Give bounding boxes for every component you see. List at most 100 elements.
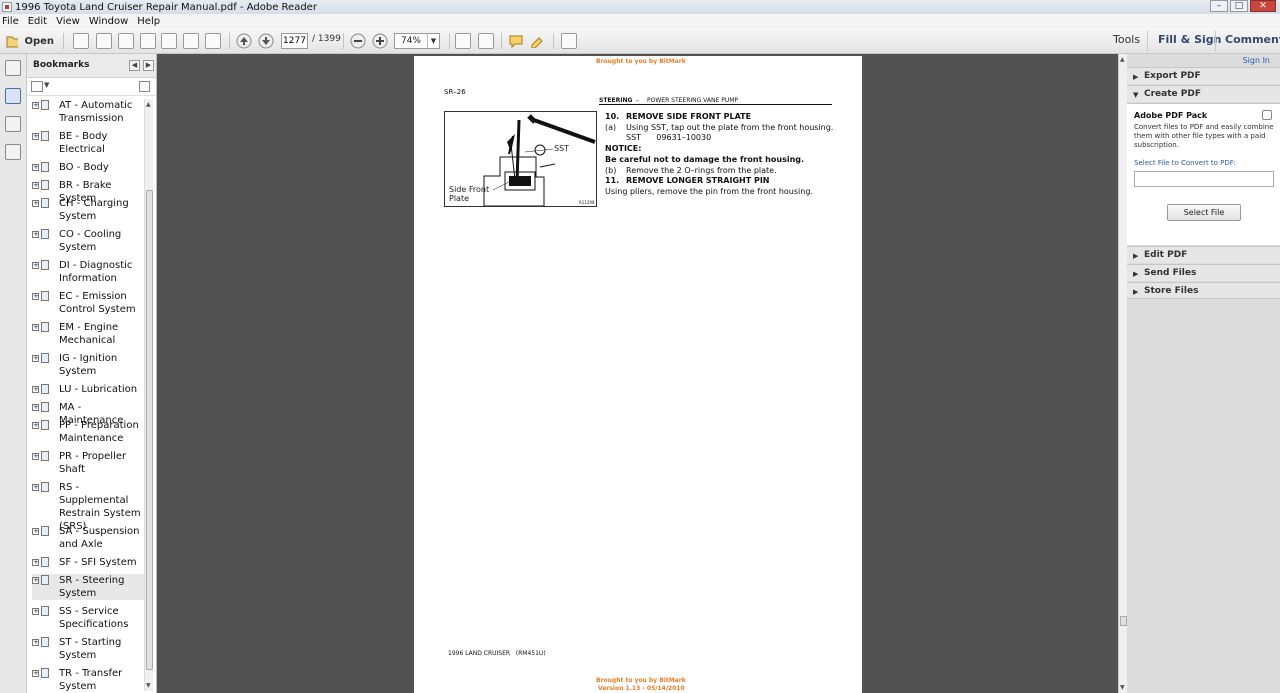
export-pdf-section[interactable]: ▶ Export PDF — [1127, 67, 1280, 84]
bookmark-item[interactable]: + PR - Propeller Shaft — [32, 450, 144, 476]
bookmark-item[interactable]: + BO - Body — [32, 161, 144, 174]
bookmark-item[interactable]: + SA - Suspension and Axle — [32, 525, 144, 551]
menu-file[interactable]: File — [2, 16, 19, 27]
expand-plus-icon[interactable]: + — [32, 231, 39, 238]
document-scrollbar[interactable]: ▲ ▼ — [1118, 54, 1127, 693]
layers-icon[interactable] — [5, 144, 21, 160]
expand-plus-icon[interactable]: + — [32, 528, 39, 535]
expand-plus-icon[interactable]: + — [32, 559, 39, 566]
bookmark-item[interactable]: + BE - Body Electrical — [32, 130, 144, 156]
expand-plus-icon[interactable]: + — [32, 293, 39, 300]
edit-pdf-section[interactable]: ▶ Edit PDF — [1127, 246, 1280, 263]
expand-plus-icon[interactable]: + — [32, 422, 39, 429]
scroll-up-icon[interactable]: ▲ — [146, 101, 151, 108]
full-screen-button[interactable] — [477, 32, 495, 50]
expand-plus-icon[interactable]: + — [32, 608, 39, 615]
bookmark-item[interactable]: + SR - Steering System — [32, 574, 144, 600]
menu-view[interactable]: View — [56, 16, 80, 27]
bookmark-item[interactable]: + PP - Preparation Maintenance — [32, 419, 144, 445]
save-button[interactable] — [160, 32, 178, 50]
bookmark-item[interactable]: + EC - Emission Control System — [32, 290, 144, 316]
minimize-button[interactable]: – — [1210, 0, 1228, 12]
cloud-button[interactable] — [139, 32, 157, 50]
bookmark-item[interactable]: + RS - Supplemental Restrain System (SRS) — [32, 481, 144, 532]
add-note-button[interactable] — [507, 32, 525, 50]
info-icon[interactable] — [1262, 110, 1272, 120]
bookmark-item[interactable]: + SF - SFI System — [32, 556, 144, 569]
scroll-thumb[interactable] — [146, 190, 153, 670]
expand-plus-icon[interactable]: + — [32, 453, 39, 460]
attachments-icon[interactable] — [5, 116, 21, 132]
expand-plus-icon[interactable]: + — [32, 355, 39, 362]
zoom-in-button[interactable] — [371, 32, 389, 50]
expand-plus-icon[interactable]: + — [32, 102, 39, 109]
bookmark-item[interactable]: + DI - Diagnostic Information — [32, 259, 144, 285]
expand-plus-icon[interactable]: + — [32, 182, 39, 189]
maximize-button[interactable]: □ — [1230, 0, 1248, 12]
next-page-button[interactable] — [257, 32, 275, 50]
send-files-section[interactable]: ▶ Send Files — [1127, 264, 1280, 281]
store-files-section[interactable]: ▶ Store Files — [1127, 282, 1280, 299]
scroll-thumb[interactable] — [1120, 616, 1127, 626]
select-file-button[interactable]: Select File — [1167, 204, 1241, 221]
zoom-out-button[interactable] — [349, 32, 367, 50]
sign-in-link[interactable]: Sign In — [1243, 56, 1270, 65]
bookmark-label: BO - Body — [59, 161, 144, 174]
expand-plus-icon[interactable]: + — [32, 200, 39, 207]
menu-edit[interactable]: Edit — [28, 16, 47, 27]
fill-sign-tab[interactable]: Fill & Sign — [1158, 33, 1221, 46]
scroll-down-icon[interactable]: ▼ — [146, 682, 151, 689]
expand-plus-icon[interactable]: + — [32, 639, 39, 646]
bookmark-item[interactable]: + CH - Charging System — [32, 197, 144, 223]
combine-button[interactable] — [95, 32, 113, 50]
delete-bookmark-icon[interactable] — [139, 81, 150, 92]
print-button[interactable] — [182, 32, 200, 50]
create-pdf-button[interactable] — [72, 32, 90, 50]
expand-plus-icon[interactable]: + — [32, 484, 39, 491]
menu-window[interactable]: Window — [89, 16, 128, 27]
options-icon[interactable] — [31, 81, 43, 92]
page-number-input[interactable] — [281, 33, 308, 49]
zoom-select[interactable]: 74% ▼ — [394, 33, 440, 49]
scroll-up-icon[interactable]: ▲ — [1120, 56, 1125, 63]
expand-plus-icon[interactable]: + — [32, 164, 39, 171]
tools-tab[interactable]: Tools — [1113, 33, 1140, 46]
create-pdf-section[interactable]: ▼ Create PDF — [1127, 85, 1280, 102]
bookmark-item[interactable]: + AT - Automatic Transmission — [32, 99, 144, 125]
scroll-down-icon[interactable]: ▼ — [1120, 684, 1125, 691]
bookmarks-scrollbar[interactable]: ▲ ▼ — [144, 99, 153, 691]
file-path-field[interactable] — [1134, 171, 1274, 187]
chevron-down-icon[interactable]: ▼ — [44, 81, 49, 89]
menu-help[interactable]: Help — [137, 16, 160, 27]
email-button[interactable] — [204, 32, 222, 50]
expand-button[interactable] — [560, 32, 578, 50]
highlight-button[interactable] — [529, 32, 547, 50]
expand-plus-icon[interactable]: + — [32, 404, 39, 411]
bookmark-item[interactable]: + IG - Ignition System — [32, 352, 144, 378]
bookmark-icon[interactable] — [5, 88, 21, 104]
expand-plus-icon[interactable]: + — [32, 670, 39, 677]
open-button[interactable]: Open — [6, 32, 54, 50]
bookmark-item[interactable]: + LU - Lubrication — [32, 383, 144, 396]
collapse-panel-icon[interactable]: ◀ — [129, 60, 140, 71]
expand-plus-icon[interactable]: + — [32, 577, 39, 584]
expand-icon — [561, 33, 577, 49]
bookmark-item[interactable]: + SS - Service Specifications — [32, 605, 144, 631]
bookmark-item[interactable]: + MA - Maintenance — [32, 401, 144, 426]
bookmark-item[interactable]: + ST - Starting System — [32, 636, 144, 662]
expand-panel-icon[interactable]: ▶ — [143, 60, 154, 71]
edit-button[interactable] — [117, 32, 135, 50]
comment-tab[interactable]: Comment — [1225, 33, 1280, 46]
bookmark-item[interactable]: + TR - Transfer System — [32, 667, 144, 691]
fit-page-button[interactable] — [454, 32, 472, 50]
bookmark-item[interactable]: + EM - Engine Mechanical — [32, 321, 144, 347]
bookmark-item[interactable]: + CO - Cooling System — [32, 228, 144, 254]
bookmark-item[interactable]: + BR - Brake System — [32, 179, 144, 204]
expand-plus-icon[interactable]: + — [32, 262, 39, 269]
page-thumbnails-icon[interactable] — [5, 60, 21, 76]
expand-plus-icon[interactable]: + — [32, 324, 39, 331]
previous-page-button[interactable] — [235, 32, 253, 50]
expand-plus-icon[interactable]: + — [32, 133, 39, 140]
expand-plus-icon[interactable]: + — [32, 386, 39, 393]
close-button[interactable]: ✕ — [1250, 0, 1276, 12]
